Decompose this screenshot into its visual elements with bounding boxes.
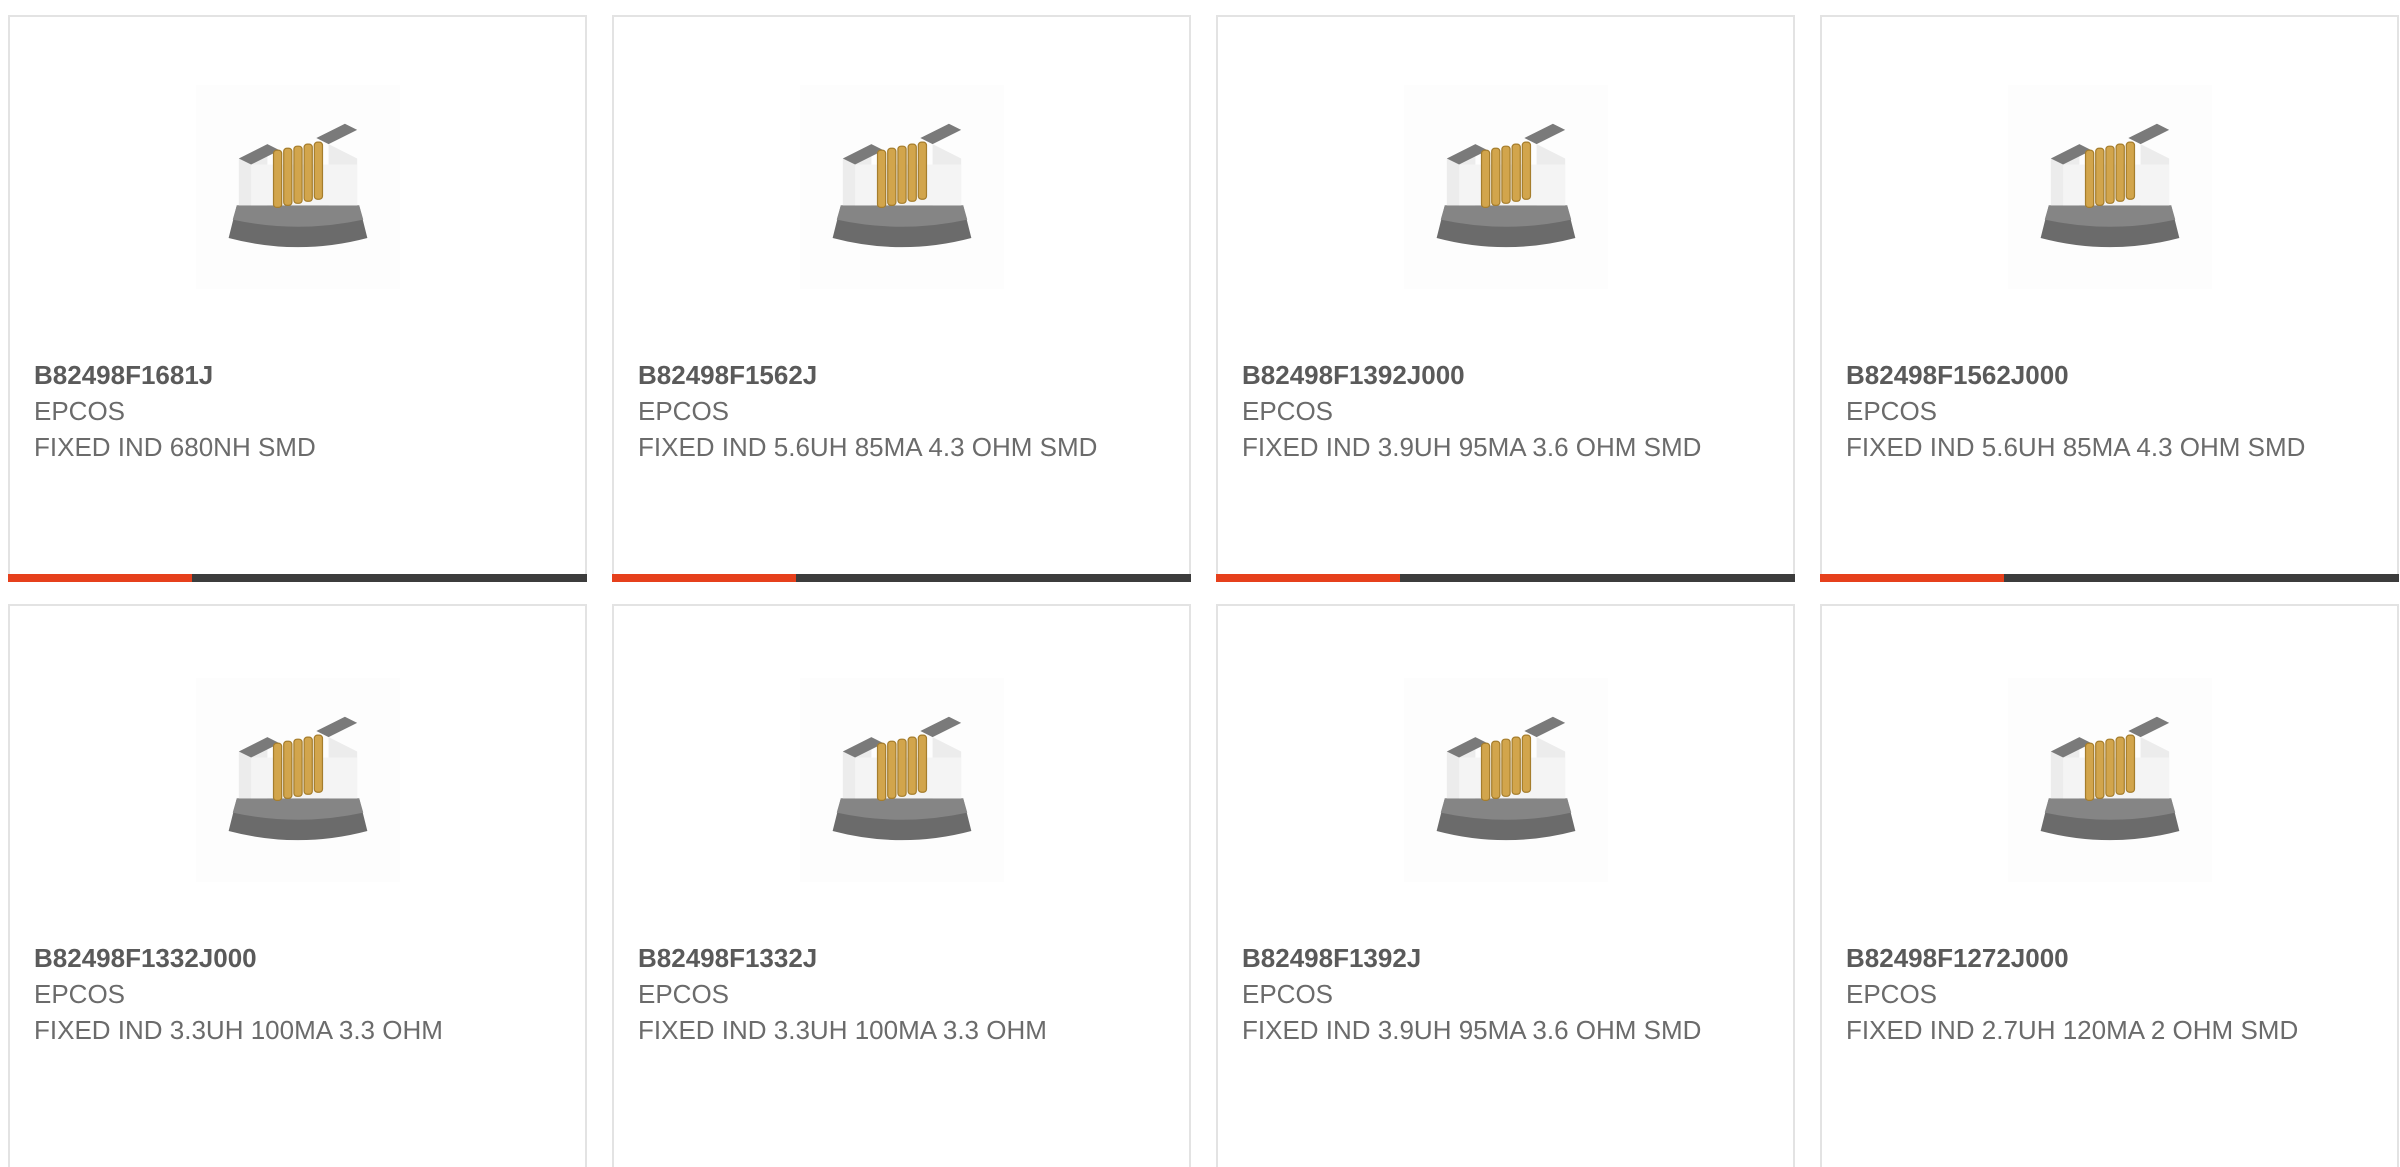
- product-card[interactable]: B82498F1392J000 EPCOS FIXED IND 3.9UH 95…: [1216, 15, 1795, 582]
- smd-inductor-icon: [1404, 678, 1608, 882]
- part-number[interactable]: B82498F1272J000: [1846, 940, 2367, 976]
- smd-inductor-icon: [196, 85, 400, 289]
- manufacturer: EPCOS: [1242, 396, 1334, 426]
- smd-inductor-icon: [2008, 85, 2212, 289]
- product-info: B82498F1392J EPCOS FIXED IND 3.9UH 95MA …: [1242, 940, 1763, 1048]
- product-card[interactable]: B82498F1392J EPCOS FIXED IND 3.9UH 95MA …: [1216, 604, 1795, 1167]
- smd-inductor-icon: [800, 85, 1004, 289]
- part-number[interactable]: B82498F1392J000: [1242, 357, 1763, 393]
- card-accent-bar: [1820, 574, 2004, 582]
- card-bottom-bar: [612, 574, 1191, 582]
- product-description: FIXED IND 3.9UH 95MA 3.6 OHM SMD: [1242, 1015, 1702, 1045]
- smd-inductor-icon: [800, 678, 1004, 882]
- part-number[interactable]: B82498F1332J000: [34, 940, 555, 976]
- product-description: FIXED IND 2.7UH 120MA 2 OHM SMD: [1846, 1015, 2299, 1045]
- product-description: FIXED IND 5.6UH 85MA 4.3 OHM SMD: [638, 432, 1098, 462]
- card-accent-bar: [8, 574, 192, 582]
- product-description: FIXED IND 5.6UH 85MA 4.3 OHM SMD: [1846, 432, 2306, 462]
- part-number[interactable]: B82498F1562J: [638, 357, 1159, 393]
- product-card[interactable]: B82498F1562J000 EPCOS FIXED IND 5.6UH 85…: [1820, 15, 2399, 582]
- manufacturer: EPCOS: [1846, 396, 1938, 426]
- product-card[interactable]: B82498F1332J000 EPCOS FIXED IND 3.3UH 10…: [8, 604, 587, 1167]
- product-card[interactable]: B82498F1681J EPCOS FIXED IND 680NH SMD: [8, 15, 587, 582]
- product-info: B82498F1681J EPCOS FIXED IND 680NH SMD: [34, 357, 555, 465]
- card-accent-bar: [1216, 574, 1400, 582]
- product-card[interactable]: B82498F1332J EPCOS FIXED IND 3.3UH 100MA…: [612, 604, 1191, 1167]
- manufacturer: EPCOS: [34, 396, 126, 426]
- product-info: B82498F1272J000 EPCOS FIXED IND 2.7UH 12…: [1846, 940, 2367, 1048]
- manufacturer: EPCOS: [638, 979, 730, 1009]
- part-number[interactable]: B82498F1332J: [638, 940, 1159, 976]
- product-description: FIXED IND 3.3UH 100MA 3.3 OHM: [34, 1015, 443, 1045]
- part-number[interactable]: B82498F1562J000: [1846, 357, 2367, 393]
- product-description: FIXED IND 3.3UH 100MA 3.3 OHM: [638, 1015, 1047, 1045]
- product-description: FIXED IND 680NH SMD: [34, 432, 316, 462]
- part-number[interactable]: B82498F1392J: [1242, 940, 1763, 976]
- manufacturer: EPCOS: [1242, 979, 1334, 1009]
- product-info: B82498F1332J000 EPCOS FIXED IND 3.3UH 10…: [34, 940, 555, 1048]
- product-info: B82498F1562J000 EPCOS FIXED IND 5.6UH 85…: [1846, 357, 2367, 465]
- card-bottom-bar: [1216, 574, 1795, 582]
- part-number[interactable]: B82498F1681J: [34, 357, 555, 393]
- product-card[interactable]: B82498F1562J EPCOS FIXED IND 5.6UH 85MA …: [612, 15, 1191, 582]
- card-bottom-bar: [8, 574, 587, 582]
- manufacturer: EPCOS: [638, 396, 730, 426]
- product-info: B82498F1562J EPCOS FIXED IND 5.6UH 85MA …: [638, 357, 1159, 465]
- manufacturer: EPCOS: [34, 979, 126, 1009]
- manufacturer: EPCOS: [1846, 979, 1938, 1009]
- product-info: B82498F1392J000 EPCOS FIXED IND 3.9UH 95…: [1242, 357, 1763, 465]
- product-card[interactable]: B82498F1272J000 EPCOS FIXED IND 2.7UH 12…: [1820, 604, 2399, 1167]
- card-bottom-bar: [1820, 574, 2399, 582]
- card-accent-bar: [612, 574, 796, 582]
- product-info: B82498F1332J EPCOS FIXED IND 3.3UH 100MA…: [638, 940, 1159, 1048]
- smd-inductor-icon: [2008, 678, 2212, 882]
- smd-inductor-icon: [196, 678, 400, 882]
- product-grid: B82498F1681J EPCOS FIXED IND 680NH SMD B…: [8, 15, 2400, 1167]
- smd-inductor-icon: [1404, 85, 1608, 289]
- product-description: FIXED IND 3.9UH 95MA 3.6 OHM SMD: [1242, 432, 1702, 462]
